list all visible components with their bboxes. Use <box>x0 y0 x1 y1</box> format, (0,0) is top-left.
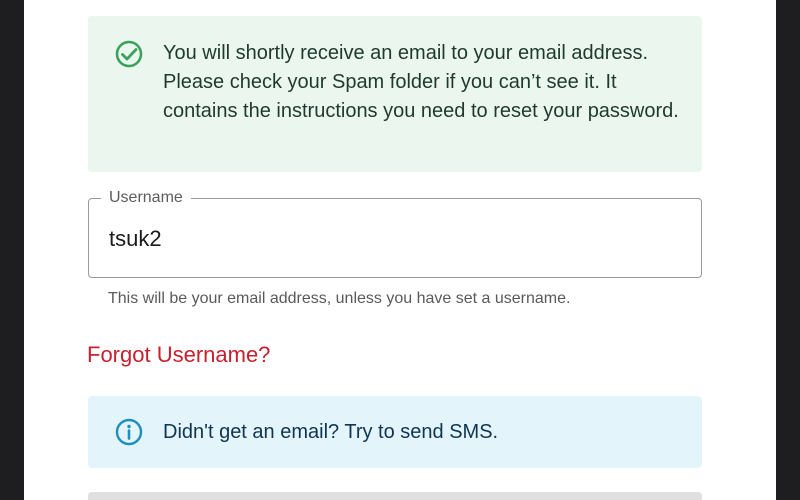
check-circle-icon <box>114 39 144 69</box>
username-label: Username <box>101 188 191 208</box>
username-helper-text: This will be your email address, unless … <box>108 290 571 307</box>
info-alert: Didn't get an email? Try to send SMS. <box>88 396 702 468</box>
forgot-username-link[interactable]: Forgot Username? <box>87 341 270 369</box>
info-circle-icon <box>114 417 144 447</box>
send-sms-link[interactable]: Didn't get an email? Try to send SMS. <box>163 418 498 446</box>
password-reset-page: You will shortly receive an email to you… <box>24 0 776 500</box>
submit-button[interactable] <box>88 492 702 500</box>
username-input[interactable]: tsuk2 <box>109 225 162 253</box>
success-alert-message: You will shortly receive an email to you… <box>163 42 679 122</box>
username-field[interactable]: Username tsuk2 <box>88 188 702 278</box>
success-alert: You will shortly receive an email to you… <box>88 16 702 172</box>
